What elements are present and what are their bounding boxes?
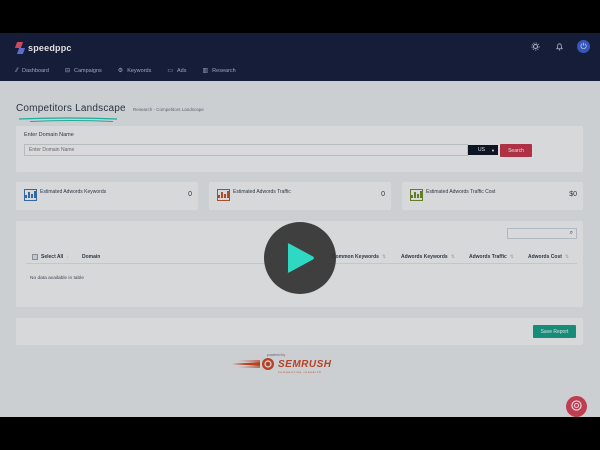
video-frame: speedppc ⏻ ⁄⁄ Dashboard ⊟ Campaigns ⚙ Ke… [0,0,600,450]
app-screen: speedppc ⏻ ⁄⁄ Dashboard ⊟ Campaigns ⚙ Ke… [0,33,600,417]
play-icon [287,243,314,273]
play-button[interactable] [264,222,336,294]
